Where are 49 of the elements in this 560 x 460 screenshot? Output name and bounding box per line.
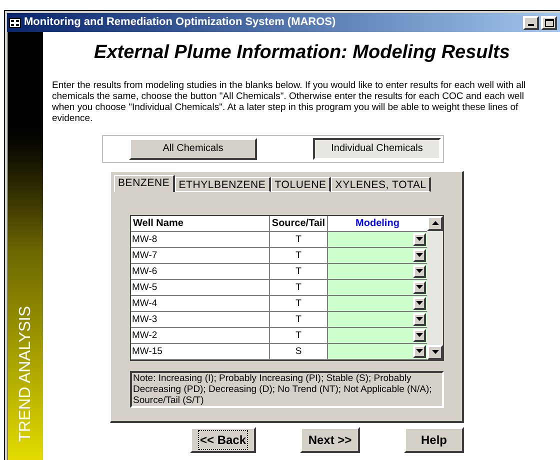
dropdown-arrow-icon: [416, 269, 423, 273]
maximize-button[interactable]: [541, 16, 557, 30]
instructions-text: Enter the results from modeling studies in the blanks below. If you would like to enter results for each well with all chemicals the same, choose the button "All Chemicals". Otherwise enter the results for each COC and each well when you choose "Individual Chemicals". At a later step in this program you will be able to weight these lines of evidence.: [52, 80, 527, 124]
table-cell: MW-2: [131, 328, 270, 342]
tab[interactable]: BENZENE: [114, 174, 175, 192]
table-cell: MW-3: [131, 312, 270, 326]
page-heading: External Plume Information: Modeling Results: [93, 41, 511, 65]
nav-button[interactable]: Next >>: [300, 426, 360, 452]
table-cell: MW-15: [131, 344, 270, 358]
column-header: Source/Tail: [270, 216, 328, 230]
maximize-icon: [544, 18, 554, 26]
dropdown-arrow-icon: [416, 333, 423, 337]
modeling-dropdown[interactable]: [328, 296, 427, 310]
table-cell: MW-7: [131, 248, 270, 262]
dropdown-arrow-icon: [416, 349, 423, 353]
modeling-dropdown[interactable]: [328, 328, 427, 342]
modeling-dropdown[interactable]: [328, 344, 427, 358]
dropdown-arrow-icon: [416, 253, 423, 257]
window-title: Monitoring and Remediation Optimization System (MAROS): [24, 15, 336, 30]
nav-button[interactable]: << Back: [190, 426, 256, 452]
app-icon: [9, 18, 21, 28]
dropdown-arrow-icon: [416, 237, 423, 241]
dropdown-arrow-icon: [416, 285, 423, 289]
dropdown-arrow-icon: [416, 301, 423, 305]
tab[interactable]: XYLENES, TOTAL: [331, 176, 432, 192]
modeling-dropdown[interactable]: [328, 264, 427, 278]
legend-note: Note: Increasing (I); Probably Increasing (PI); Stable (S); Probably Decreasing (PD); Decreasing (D); No Trend (NT); Not Applicable (N/A); Source/Tail (S/T): [130, 370, 444, 408]
mode-button[interactable]: All Chemicals: [129, 138, 257, 160]
table-cell: MW-4: [131, 296, 270, 310]
table-cell: MW-5: [131, 280, 270, 294]
modeling-dropdown[interactable]: [328, 232, 427, 246]
tab[interactable]: TOLUENE: [270, 176, 332, 192]
nav-button[interactable]: Help: [404, 426, 464, 452]
table-cell: MW-8: [131, 232, 270, 246]
scrollbar[interactable]: [427, 216, 443, 360]
minimize-button[interactable]: [523, 16, 539, 30]
scroll-down-icon: [432, 350, 438, 354]
dropdown-arrow-icon: [416, 317, 423, 321]
table-cell: MW-6: [131, 264, 270, 278]
minimize-icon: [528, 24, 534, 26]
modeling-dropdown[interactable]: [328, 248, 427, 262]
sidebar-label: TREND ANALYSIS: [16, 306, 34, 442]
column-header: Well Name: [131, 216, 270, 230]
modeling-dropdown[interactable]: [328, 280, 427, 294]
column-header: Modeling: [354, 216, 400, 230]
mode-button[interactable]: Individual Chemicals: [313, 138, 441, 160]
modeling-dropdown[interactable]: [328, 312, 427, 326]
scroll-up-icon: [432, 221, 438, 225]
tab[interactable]: ETHYLBENZENE: [174, 176, 271, 192]
